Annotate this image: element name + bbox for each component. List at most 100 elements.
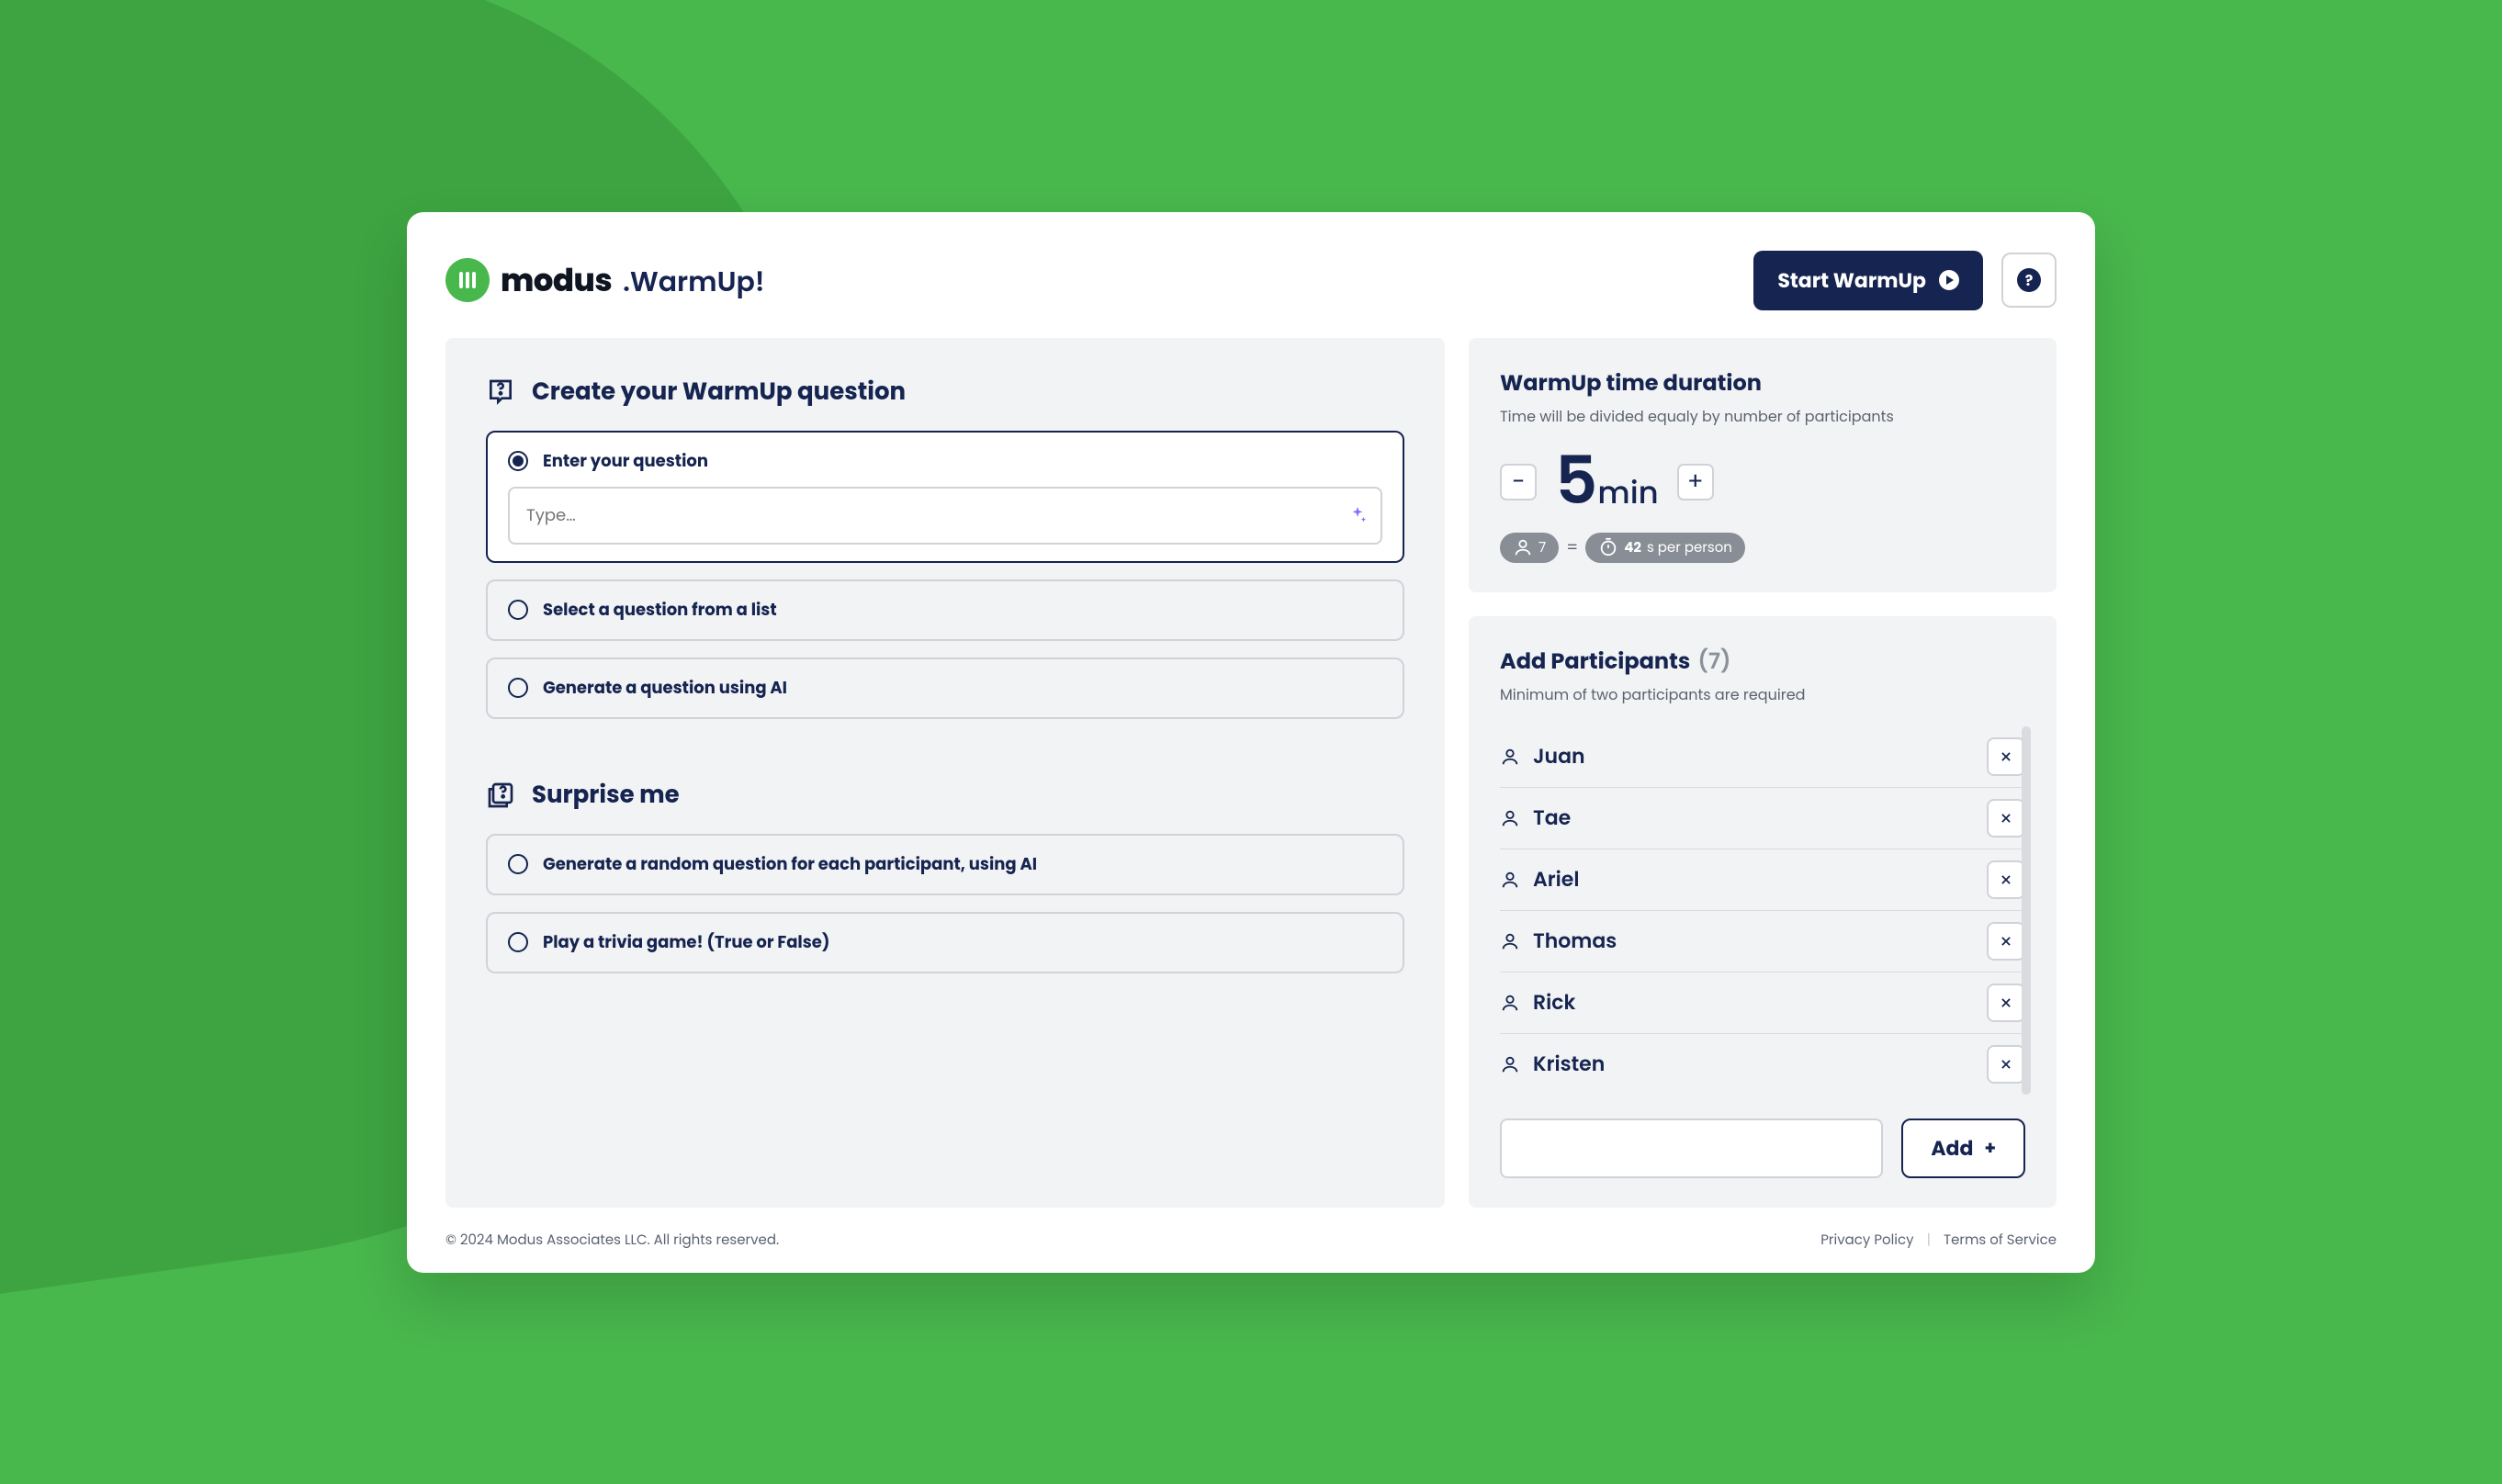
participant-row: Tae (1500, 788, 2025, 849)
close-icon (2000, 873, 2012, 886)
per-person-value: 42 (1624, 537, 1641, 558)
per-person-suffix: s per person (1647, 537, 1732, 558)
duration-title: WarmUp time duration (1500, 367, 2025, 399)
close-icon (2000, 812, 2012, 825)
option-trivia[interactable]: Play a trivia game! (True or False) (486, 912, 1404, 973)
radio-icon (508, 678, 528, 698)
duration-subtitle: Time will be divided equaly by number of… (1500, 405, 2025, 428)
user-icon (1500, 808, 1520, 828)
start-warmup-button[interactable]: Start WarmUp (1753, 251, 1983, 310)
user-icon (1513, 537, 1533, 557)
remove-participant-button[interactable] (1987, 984, 2025, 1022)
duration-decrement-button[interactable]: − (1500, 464, 1537, 500)
body: Create your WarmUp question Enter your q… (445, 338, 2057, 1208)
brand-name: modus (501, 257, 612, 304)
add-participant-input[interactable] (1500, 1119, 1883, 1178)
duration-value: 5 (1555, 434, 1597, 527)
user-icon (1500, 931, 1520, 951)
participant-name-text: Kristen (1533, 1049, 1605, 1079)
participant-name: Tae (1500, 803, 1571, 833)
privacy-link[interactable]: Privacy Policy (1820, 1231, 1913, 1250)
participant-name: Juan (1500, 741, 1585, 771)
participants-panel: Add Participants (7) Minimum of two part… (1469, 616, 2057, 1208)
participant-name-text: Tae (1533, 803, 1571, 833)
stopwatch-icon (1598, 537, 1618, 557)
left-column: Create your WarmUp question Enter your q… (445, 338, 1445, 1208)
brand: modus .WarmUp! (445, 257, 764, 304)
participants-subtitle: Minimum of two participants are required (1500, 683, 2025, 706)
header-actions: Start WarmUp ? (1753, 251, 2057, 310)
remove-participant-button[interactable] (1987, 1045, 2025, 1084)
surprise-section-title: Surprise me (486, 778, 1404, 814)
option-enter-question[interactable]: Enter your question (486, 431, 1404, 563)
people-count-pill: 7 (1500, 533, 1559, 563)
footer-separator: | (1927, 1231, 1931, 1250)
participants-title: Add Participants (1500, 646, 1690, 678)
equals-sign: = (1566, 535, 1578, 560)
option-generate-ai[interactable]: Generate a question using AI (486, 658, 1404, 719)
add-participant-button[interactable]: Add + (1901, 1119, 2025, 1178)
participant-name: Thomas (1500, 926, 1617, 956)
participant-name: Ariel (1500, 864, 1579, 894)
remove-participant-button[interactable] (1987, 860, 2025, 899)
right-column: WarmUp time duration Time will be divide… (1469, 338, 2057, 1208)
participant-name-text: Ariel (1533, 864, 1579, 894)
option-select-from-list[interactable]: Select a question from a list (486, 579, 1404, 641)
duration-panel: WarmUp time duration Time will be divide… (1469, 338, 2057, 592)
surprise-icon (486, 781, 515, 810)
scrollbar[interactable] (2022, 726, 2031, 1095)
participant-row: Rick (1500, 972, 2025, 1034)
option-label: Generate a question using AI (543, 676, 787, 701)
help-icon: ? (2017, 268, 2041, 292)
brand-product: .WarmUp! (623, 261, 764, 303)
user-icon (1500, 1054, 1520, 1074)
participants-count: (7) (1697, 646, 1730, 678)
participant-row: Thomas (1500, 911, 2025, 972)
question-input-wrap (508, 487, 1382, 545)
option-label: Generate a random question for each part… (543, 852, 1037, 877)
close-icon (2000, 996, 2012, 1009)
remove-participant-button[interactable] (1987, 799, 2025, 838)
participant-name-text: Juan (1533, 741, 1585, 771)
close-icon (2000, 935, 2012, 948)
participant-row: Juan (1500, 726, 2025, 788)
people-count: 7 (1538, 537, 1546, 558)
close-icon (2000, 1058, 2012, 1071)
participants-list: Juan Tae Ariel Thomas Rick Kristen (1500, 726, 2025, 1095)
participant-name-text: Rick (1533, 987, 1575, 1017)
duration-unit: min (1597, 470, 1658, 514)
option-label: Select a question from a list (543, 598, 777, 623)
add-participant-row: Add + (1500, 1119, 2025, 1178)
option-random-ai[interactable]: Generate a random question for each part… (486, 834, 1404, 895)
participant-row: Ariel (1500, 849, 2025, 911)
duration-row: − 5min + (1500, 448, 2025, 516)
footer-links: Privacy Policy | Terms of Service (1820, 1230, 2057, 1251)
add-label: Add (1931, 1133, 1973, 1164)
logo-icon (445, 258, 490, 302)
user-icon (1500, 993, 1520, 1013)
play-icon (1939, 270, 1959, 290)
create-section-title: Create your WarmUp question (486, 375, 1404, 410)
radio-icon (508, 932, 528, 952)
duration-increment-button[interactable]: + (1677, 464, 1714, 500)
start-warmup-label: Start WarmUp (1777, 265, 1926, 296)
participant-name: Kristen (1500, 1049, 1605, 1079)
plus-icon: + (1984, 1134, 1996, 1162)
footer-copyright: © 2024 Modus Associates LLC. All rights … (445, 1230, 779, 1251)
radio-icon (508, 854, 528, 874)
surprise-title-text: Surprise me (532, 778, 680, 814)
create-title-text: Create your WarmUp question (532, 375, 906, 410)
footer: © 2024 Modus Associates LLC. All rights … (445, 1230, 2057, 1251)
duration-breakdown: 7 = 42 s per person (1500, 533, 2025, 563)
option-label: Play a trivia game! (True or False) (543, 930, 829, 955)
user-icon (1500, 747, 1520, 767)
participant-row: Kristen (1500, 1034, 2025, 1095)
terms-link[interactable]: Terms of Service (1944, 1231, 2057, 1250)
sparkle-icon (1347, 505, 1368, 525)
help-button[interactable]: ? (2001, 253, 2057, 308)
remove-participant-button[interactable] (1987, 922, 2025, 961)
radio-icon (508, 600, 528, 620)
question-input[interactable] (508, 487, 1382, 545)
remove-participant-button[interactable] (1987, 737, 2025, 776)
participant-name: Rick (1500, 987, 1575, 1017)
